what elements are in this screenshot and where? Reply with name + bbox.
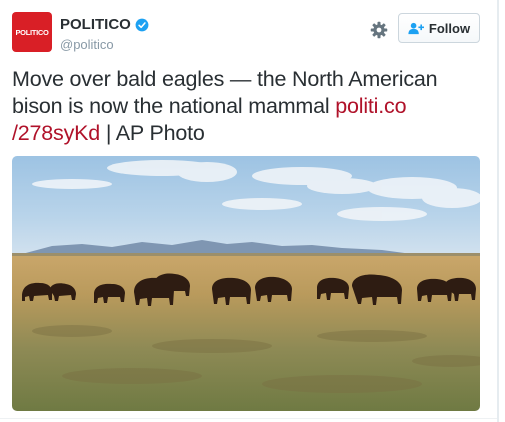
- tweet-link-part1[interactable]: politi.co: [335, 94, 406, 118]
- verified-badge-icon: [135, 18, 149, 31]
- user-display-name[interactable]: POLITICO: [60, 16, 131, 33]
- gear-icon[interactable]: [368, 19, 390, 41]
- user-handle[interactable]: @politico: [60, 37, 114, 52]
- follow-button[interactable]: Follow: [398, 13, 480, 43]
- tweet-bottom-divider: [0, 418, 497, 419]
- avatar-logo-text: POLITICO: [15, 27, 49, 37]
- tweet-text-credit: | AP Photo: [100, 121, 205, 145]
- user-name-row[interactable]: POLITICO: [60, 16, 149, 33]
- tweet-header: POLITICO POLITICO @politico Follow: [12, 12, 482, 56]
- tweet-link-part2[interactable]: /278syKd: [12, 121, 100, 145]
- follow-button-label: Follow: [428, 20, 471, 36]
- timeline-edge-divider: [497, 0, 499, 422]
- tweet-text: Move over bald eagles — the North Americ…: [12, 66, 482, 147]
- add-user-icon: [408, 22, 424, 34]
- bison-herd-photo[interactable]: [12, 156, 480, 411]
- avatar[interactable]: POLITICO: [12, 12, 52, 52]
